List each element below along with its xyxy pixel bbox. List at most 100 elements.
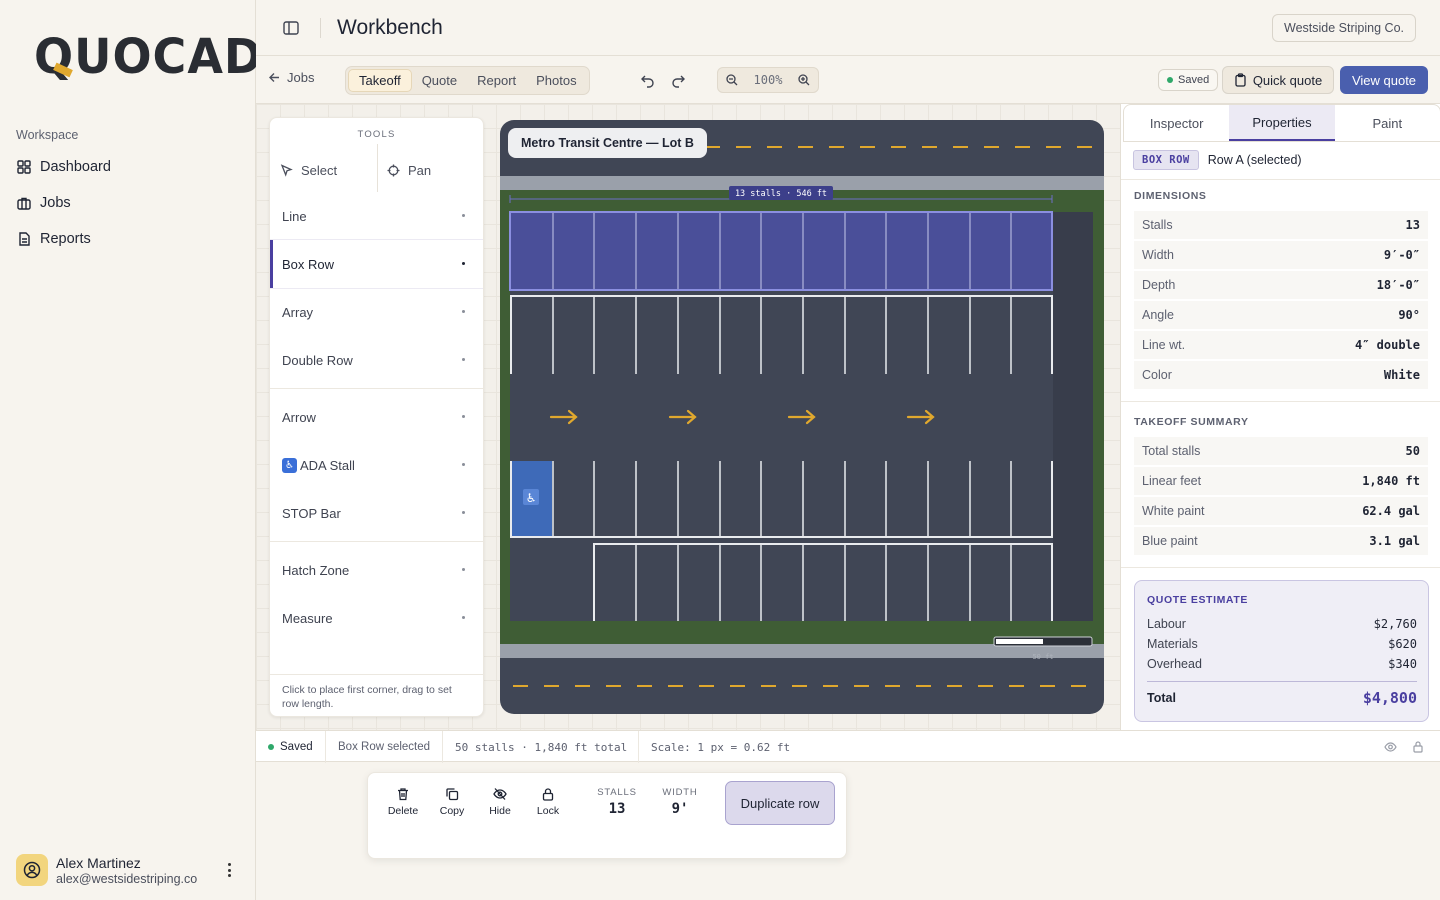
arrow-left-icon xyxy=(269,73,279,82)
lock-icon[interactable] xyxy=(1412,740,1424,753)
sidebar-toggle-icon[interactable] xyxy=(282,19,300,37)
sidebar-item-reports[interactable]: Reports xyxy=(16,225,91,253)
tab-photos[interactable]: Photos xyxy=(526,69,586,92)
status-divider xyxy=(325,731,326,763)
pan-tool-label: Pan xyxy=(408,162,432,178)
company-switcher-button[interactable]: Westside Striping Co. xyxy=(1272,14,1416,42)
user-icon xyxy=(23,861,41,879)
tool-stop-bar[interactable]: STOP Bar xyxy=(270,489,483,537)
visibility-icon[interactable] xyxy=(1384,741,1397,753)
prop-angle[interactable]: Angle 90° xyxy=(1134,301,1428,329)
eye-off-icon xyxy=(493,788,507,800)
tool-ada-stall[interactable]: ♿ ADA Stall xyxy=(270,441,483,489)
prop-line-weight[interactable]: Line wt. 4″ double xyxy=(1134,331,1428,359)
tool-label: Line xyxy=(282,208,307,224)
status-bar: Saved Box Row selected 50 stalls · 1,840… xyxy=(256,730,1440,763)
select-tool[interactable]: Select xyxy=(280,148,337,192)
copy-icon xyxy=(446,788,459,801)
sidebar-item-label: Reports xyxy=(40,231,91,247)
prop-value: 9′-0″ xyxy=(1383,248,1420,262)
view-quote-button[interactable]: View quote xyxy=(1340,66,1428,94)
row-a-selected[interactable] xyxy=(509,211,1053,291)
clipboard-icon xyxy=(1235,73,1246,87)
copy-button[interactable]: Copy xyxy=(429,787,475,817)
avatar xyxy=(16,854,48,886)
toolbar: Jobs Takeoff Quote Report Photos 100% Sa… xyxy=(256,56,1440,104)
quocad-logo[interactable]: QUOCAD xyxy=(34,31,262,81)
prop-value: 1,840 ft xyxy=(1362,474,1420,488)
dimensions-title: DIMENSIONS xyxy=(1134,190,1207,202)
prop-color[interactable]: Color White xyxy=(1134,361,1428,389)
tab-report[interactable]: Report xyxy=(467,69,526,92)
prop-stalls[interactable]: Stalls 13 xyxy=(1134,211,1428,239)
tool-arrow[interactable]: Arrow xyxy=(270,393,483,441)
prop-label: Depth xyxy=(1142,278,1176,292)
quote-title: QUOTE ESTIMATE xyxy=(1147,594,1248,606)
trash-icon xyxy=(398,788,408,801)
zoom-in-icon[interactable] xyxy=(798,74,810,86)
user-email: alex@westsidestriping.co xyxy=(56,871,198,886)
tool-measure[interactable]: Measure xyxy=(270,594,483,642)
chevron-right-icon xyxy=(462,568,465,571)
status-scale: Scale: 1 px = 0.62 ft xyxy=(651,740,791,754)
lock-button[interactable]: Lock xyxy=(525,787,571,817)
status-dot xyxy=(268,744,274,750)
status-selection: Box Row selected xyxy=(338,741,431,753)
quote-value: $620 xyxy=(1388,637,1417,651)
zoom-out-icon[interactable] xyxy=(726,74,738,86)
more-options-icon[interactable] xyxy=(222,860,236,880)
quick-quote-button[interactable]: Quick quote xyxy=(1222,66,1334,94)
delete-button[interactable]: Delete xyxy=(380,787,426,817)
tool-array[interactable]: Array xyxy=(270,288,483,336)
scale-bar-fill xyxy=(996,639,1043,644)
stalls-stat: STALLS 13 xyxy=(595,787,639,817)
tab-paint[interactable]: Paint xyxy=(1335,105,1440,141)
lock-icon xyxy=(542,788,554,801)
drawing-canvas[interactable]: 13 stalls · 546 ft ♿ 50 ft xyxy=(500,120,1104,714)
zoom-level: 100% xyxy=(753,73,783,87)
quote-label: Labour xyxy=(1147,617,1186,631)
redo-icon[interactable] xyxy=(670,72,686,88)
back-to-jobs-link[interactable]: Jobs xyxy=(268,70,314,85)
tool-label: Hatch Zone xyxy=(282,562,350,578)
undo-icon[interactable] xyxy=(640,72,656,88)
tool-double-row[interactable]: Double Row xyxy=(270,336,483,384)
duplicate-row-button[interactable]: Duplicate row xyxy=(725,781,835,825)
tool-separator xyxy=(270,541,483,542)
selection-header: BOX ROW Row A (selected) xyxy=(1133,150,1302,170)
pan-tool[interactable]: Pan xyxy=(387,148,431,192)
prop-width[interactable]: Width 9′-0″ xyxy=(1134,241,1428,269)
tool-label: ADA Stall xyxy=(300,457,355,473)
tool-line[interactable]: Line xyxy=(270,192,483,240)
hide-button[interactable]: Hide xyxy=(477,787,523,817)
prop-label: Blue paint xyxy=(1142,534,1198,548)
quote-total-value: $4,800 xyxy=(1362,689,1417,707)
hide-label: Hide xyxy=(489,805,511,817)
tab-inspector[interactable]: Inspector xyxy=(1124,105,1229,141)
tool-separator xyxy=(270,388,483,389)
selection-name: Row A (selected) xyxy=(1207,153,1302,167)
sidebar-item-label: Dashboard xyxy=(40,159,111,175)
prop-label: Width xyxy=(1142,248,1174,262)
prop-value: 18′-0″ xyxy=(1376,278,1420,292)
panel-divider xyxy=(1121,179,1440,180)
user-profile[interactable]: Alex Martinez alex@westsidestriping.co xyxy=(16,850,244,890)
prop-value: 4″ double xyxy=(1354,338,1420,352)
tool-box-row[interactable]: Box Row xyxy=(270,240,483,288)
tab-properties[interactable]: Properties xyxy=(1229,105,1335,141)
sidebar-item-label: Jobs xyxy=(40,195,71,211)
back-label: Jobs xyxy=(287,70,315,85)
accessibility-icon: ♿ xyxy=(282,457,297,473)
saved-status-badge: Saved xyxy=(1158,69,1219,91)
tab-takeoff[interactable]: Takeoff xyxy=(348,69,412,92)
tab-quote[interactable]: Quote xyxy=(412,69,467,92)
tool-hint: Click to place first corner, drag to set… xyxy=(270,674,483,716)
tools-title: TOOLS xyxy=(357,129,396,140)
sidebar-item-dashboard[interactable]: Dashboard xyxy=(16,153,111,181)
tool-hatch-zone[interactable]: Hatch Zone xyxy=(270,546,483,594)
chevron-right-icon xyxy=(462,511,465,514)
inspector-panel: Inspector Properties Paint BOX ROW Row A… xyxy=(1120,104,1440,730)
sidebar-item-jobs[interactable]: Jobs xyxy=(16,189,71,217)
lock-label: Lock xyxy=(536,805,560,817)
prop-depth[interactable]: Depth 18′-0″ xyxy=(1134,271,1428,299)
